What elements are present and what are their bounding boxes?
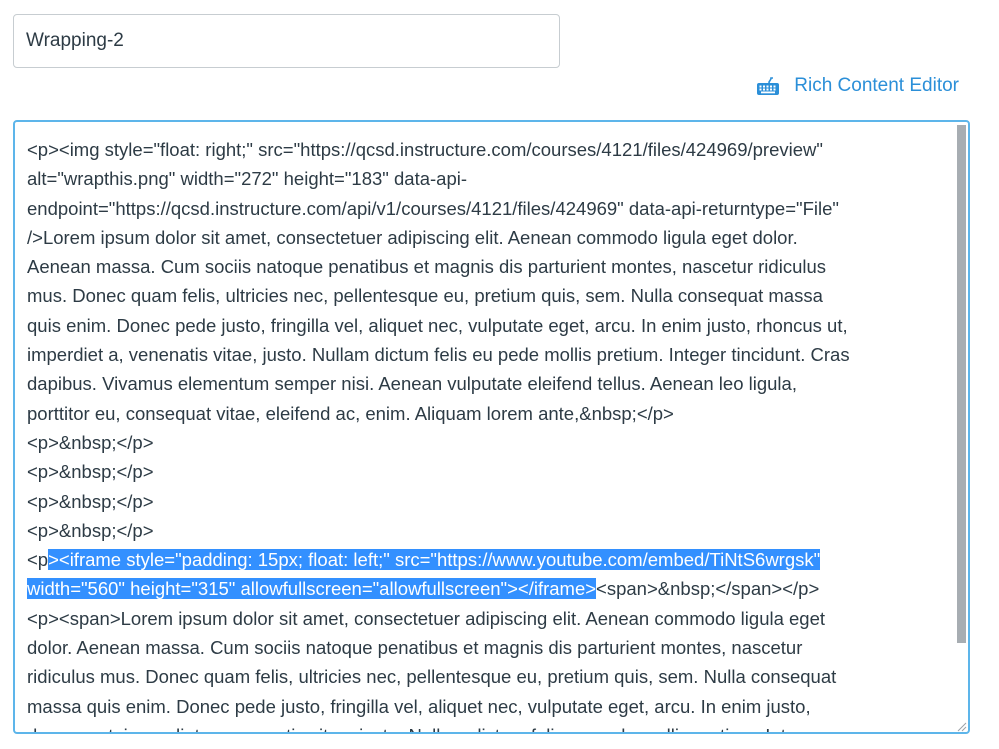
source-line: Aenean massa. Cum sociis natoque penatib… xyxy=(27,252,939,281)
source-line: <p>&nbsp;</p> xyxy=(27,428,939,457)
source-line: quis enim. Donec pede justo, fringilla v… xyxy=(27,311,939,340)
source-line: massa quis enim. Donec pede justo, fring… xyxy=(27,692,939,721)
source-text: <p>&nbsp;</p> xyxy=(27,431,154,453)
source-line: endpoint="https://qcsd.instructure.com/a… xyxy=(27,194,939,223)
source-text: Aenean massa. Cum sociis natoque penatib… xyxy=(27,256,827,278)
source-text: <p xyxy=(27,549,49,571)
html-editor-textarea[interactable]: <p><img style="float: right;" src="https… xyxy=(13,120,970,734)
source-text: <p>&nbsp;</p> xyxy=(27,519,154,541)
source-line: porttitor eu, consequat vitae, eleifend … xyxy=(27,399,939,428)
source-line: <p>&nbsp;</p> xyxy=(27,516,939,545)
source-text: massa quis enim. Donec pede justo, fring… xyxy=(27,695,811,717)
source-line: <p><span>Lorem ipsum dolor sit amet, con… xyxy=(27,604,939,633)
source-text: imperdiet a, venenatis vitae, justo. Nul… xyxy=(27,344,850,366)
source-text: <p>&nbsp;</p> xyxy=(27,461,154,483)
source-text: alt="wrapthis.png" width="272" height="1… xyxy=(27,168,468,190)
source-text: <p><span>Lorem ipsum dolor sit amet, con… xyxy=(27,607,826,629)
text-selection: ><iframe style="padding: 15px; float: le… xyxy=(48,549,821,571)
source-text: dapibus. Vivamus elementum semper nisi. … xyxy=(27,373,797,395)
source-text: dolor. Aenean massa. Cum sociis natoque … xyxy=(27,637,803,659)
keyboard-icon xyxy=(756,76,780,96)
source-line: dolor. Aenean massa. Cum sociis natoque … xyxy=(27,633,939,662)
scrollbar-thumb[interactable] xyxy=(957,125,966,643)
title-input[interactable] xyxy=(13,14,560,68)
source-text: endpoint="https://qcsd.instructure.com/a… xyxy=(27,197,839,219)
source-line: <p>&nbsp;</p> xyxy=(27,487,939,516)
source-line: rhoncus ut, imperdiet a, venenatis vitae… xyxy=(27,721,939,732)
source-text: <p><img style="float: right;" src="https… xyxy=(27,139,823,160)
source-line: <p><iframe style="padding: 15px; float: … xyxy=(27,545,939,574)
source-line: />Lorem ipsum dolor sit amet, consectetu… xyxy=(27,223,939,252)
source-line: imperdiet a, venenatis vitae, justo. Nul… xyxy=(27,340,939,369)
html-source-text[interactable]: <p><img style="float: right;" src="https… xyxy=(27,135,939,732)
source-line: mus. Donec quam felis, ultricies nec, pe… xyxy=(27,281,939,310)
source-text: rhoncus ut, imperdiet a, venenatis vitae… xyxy=(27,725,823,732)
source-text: mus. Donec quam felis, ultricies nec, pe… xyxy=(27,285,823,307)
source-line: <p><img style="float: right;" src="https… xyxy=(27,135,939,164)
source-line: <p>&nbsp;</p> xyxy=(27,457,939,486)
source-text: <p>&nbsp;</p> xyxy=(27,490,154,512)
source-line: ridiculus mus. Donec quam felis, ultrici… xyxy=(27,662,939,691)
source-text: <span>&nbsp;</span></p> xyxy=(596,578,820,600)
source-text: quis enim. Donec pede justo, fringilla v… xyxy=(27,314,848,336)
rich-content-editor-toggle[interactable]: Rich Content Editor xyxy=(756,72,959,100)
source-line: alt="wrapthis.png" width="272" height="1… xyxy=(27,164,939,193)
source-text: porttitor eu, consequat vitae, eleifend … xyxy=(27,402,674,424)
source-text: />Lorem ipsum dolor sit amet, consectetu… xyxy=(27,226,798,248)
rich-content-editor-label: Rich Content Editor xyxy=(794,75,959,96)
text-selection: width="560" height="315" allowfullscreen… xyxy=(27,578,597,600)
source-line: dapibus. Vivamus elementum semper nisi. … xyxy=(27,369,939,398)
source-text: ridiculus mus. Donec quam felis, ultrici… xyxy=(27,666,837,688)
source-line: width="560" height="315" allowfullscreen… xyxy=(27,574,939,603)
resize-handle-icon[interactable] xyxy=(955,719,967,732)
